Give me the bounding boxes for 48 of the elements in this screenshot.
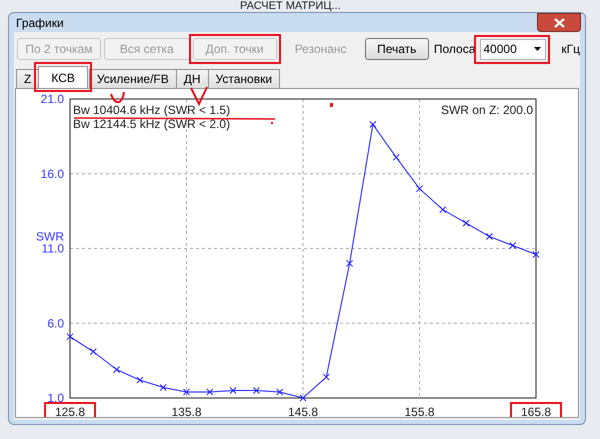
x-tick-label: 145.8 — [288, 405, 318, 417]
point — [392, 154, 400, 161]
x-tick-label: 135.8 — [171, 405, 202, 417]
point — [136, 376, 144, 384]
point — [113, 366, 120, 374]
point — [462, 220, 470, 227]
point — [322, 374, 330, 381]
y-tick-label: 21.0 — [40, 92, 64, 106]
point — [183, 388, 190, 396]
tab[interactable]: КСВ — [38, 66, 88, 88]
y-tick-label: 16.0 — [40, 166, 64, 181]
background-heading: РАСЧЕТ МАТРИЦ... — [240, 0, 341, 12]
point — [252, 387, 260, 394]
bandwidth-note: Bw 12144.5 kHz (SWR < 2.0) — [73, 117, 230, 131]
point — [66, 333, 74, 340]
impedance-note: SWR on Z: 200.0 — [440, 103, 533, 117]
point — [230, 387, 237, 394]
y-tick-label: 1.0 — [47, 391, 64, 405]
point — [206, 388, 214, 396]
point — [486, 233, 493, 240]
x-tick-label: 165.8 — [520, 405, 552, 417]
point — [160, 384, 167, 392]
band-label: Полоса — [434, 42, 476, 56]
point — [90, 348, 97, 356]
window-title: Графики — [15, 16, 64, 30]
point — [416, 185, 423, 192]
close-icon — [554, 18, 564, 28]
point — [300, 394, 306, 402]
bandwidth-note: Bw 10404.6 kHz (SWR < 1.5) — [73, 103, 230, 117]
tab[interactable]: Усиление/FB — [88, 69, 177, 88]
point — [369, 120, 376, 128]
toolbar-button[interactable]: Печать — [364, 38, 429, 60]
tab[interactable]: ДН — [176, 69, 209, 88]
x-tick-label: 125.8 — [54, 405, 86, 417]
tab[interactable]: Установки — [208, 69, 280, 88]
y-tick-label: 11.0 — [42, 242, 64, 256]
y-tick-label: 6.0 — [47, 316, 64, 330]
point — [509, 242, 516, 250]
point — [346, 260, 354, 267]
band-unit: кГц — [561, 42, 580, 56]
point — [439, 206, 446, 214]
y-axis-label: SWR — [36, 230, 64, 244]
point — [276, 388, 284, 396]
x-tick-label: 155.8 — [404, 405, 435, 417]
dropdown-caret-icon — [534, 47, 542, 51]
band-dropdown[interactable]: 40000 — [480, 38, 546, 60]
close-button[interactable] — [537, 13, 581, 32]
point — [532, 250, 540, 258]
